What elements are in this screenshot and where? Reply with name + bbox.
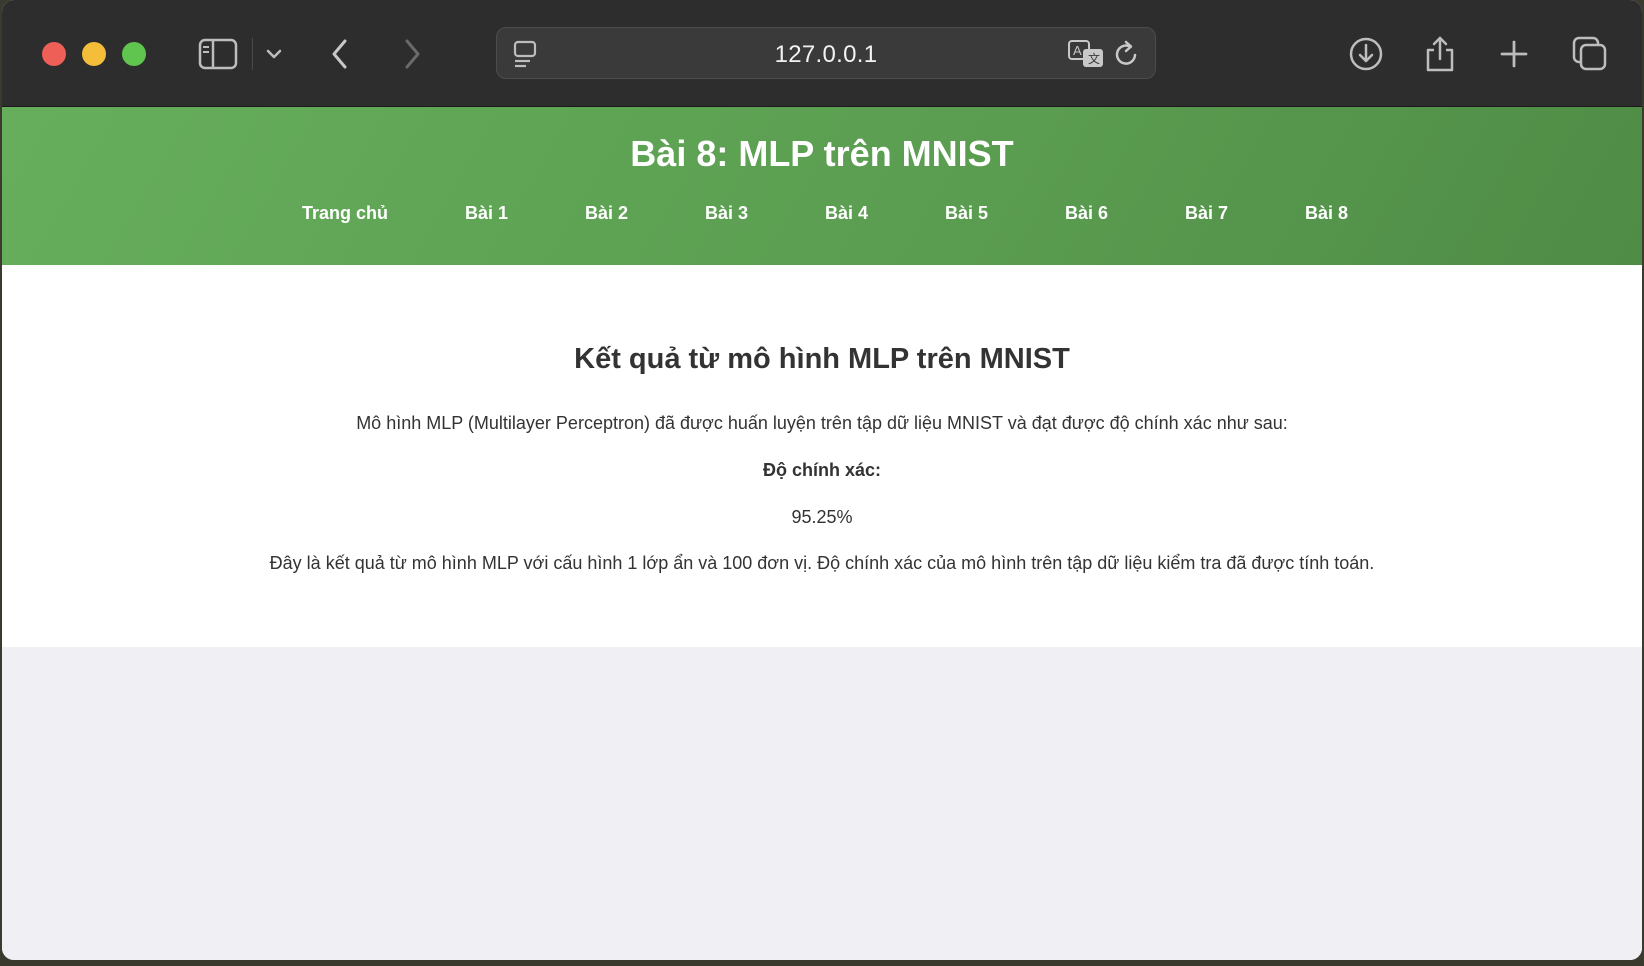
minimize-window-button[interactable] <box>82 42 106 66</box>
result-heading: Kết quả từ mô hình MLP trên MNIST <box>574 343 1070 375</box>
new-tab-icon[interactable] <box>1494 34 1534 74</box>
forward-arrow-icon[interactable] <box>392 34 432 74</box>
nav-link-bai-4[interactable]: Bài 4 <box>825 203 868 224</box>
conclusion-text: Đây là kết quả từ mô hình MLP với cấu hì… <box>269 553 1375 573</box>
sidebar-toggle-icon[interactable] <box>198 34 238 74</box>
nav-link-bai-8[interactable]: Bài 8 <box>1305 203 1348 224</box>
intro-text: Mô hình MLP (Multilayer Perceptron) đã đ… <box>356 413 1288 433</box>
result-section: Kết quả từ mô hình MLP trên MNIST Mô hìn… <box>2 265 1642 647</box>
tab-overview-icon[interactable] <box>1570 34 1610 74</box>
accuracy-label: Độ chính xác: <box>762 460 882 480</box>
site-header: Bài 8: MLP trên MNIST Trang chủ Bài 1 Bà… <box>2 107 1642 265</box>
nav-link-bai-7[interactable]: Bài 7 <box>1185 203 1228 224</box>
url-text: 127.0.0.1 <box>774 41 878 68</box>
nav-link-bai-3[interactable]: Bài 3 <box>705 203 748 224</box>
browser-toolbar: 127.0.0.1 A文 <box>2 0 1642 107</box>
accuracy-value: 95.25% <box>791 507 853 527</box>
reload-icon[interactable] <box>1111 38 1143 70</box>
share-icon[interactable] <box>1420 34 1460 74</box>
nav-link-bai-6[interactable]: Bài 6 <box>1065 203 1108 224</box>
nav-link-bai-1[interactable]: Bài 1 <box>465 203 508 224</box>
web-page: Bài 8: MLP trên MNIST Trang chủ Bài 1 Bà… <box>2 107 1642 960</box>
site-title: Bài 8: MLP trên MNIST <box>630 133 1014 174</box>
chevron-down-icon[interactable] <box>254 34 294 74</box>
zoom-window-button[interactable] <box>122 42 146 66</box>
svg-text:文: 文 <box>1088 51 1100 66</box>
close-window-button[interactable] <box>42 42 66 66</box>
translate-icon[interactable]: A文 <box>1067 38 1107 70</box>
nav-link-bai-5[interactable]: Bài 5 <box>945 203 988 224</box>
downloads-icon[interactable] <box>1346 34 1386 74</box>
main-nav: Trang chủ Bài 1 Bài 2 Bài 3 Bài 4 Bài 5 … <box>2 203 1642 231</box>
back-arrow-icon[interactable] <box>320 34 360 74</box>
nav-link-home[interactable]: Trang chủ <box>302 203 388 224</box>
browser-window: 127.0.0.1 A文 Bài 8: MLP trên MNIST Trang… <box>2 0 1642 960</box>
svg-text:A: A <box>1073 43 1082 58</box>
nav-link-bai-2[interactable]: Bài 2 <box>585 203 628 224</box>
address-bar[interactable]: 127.0.0.1 A文 <box>496 27 1156 79</box>
toolbar-divider <box>252 38 253 70</box>
